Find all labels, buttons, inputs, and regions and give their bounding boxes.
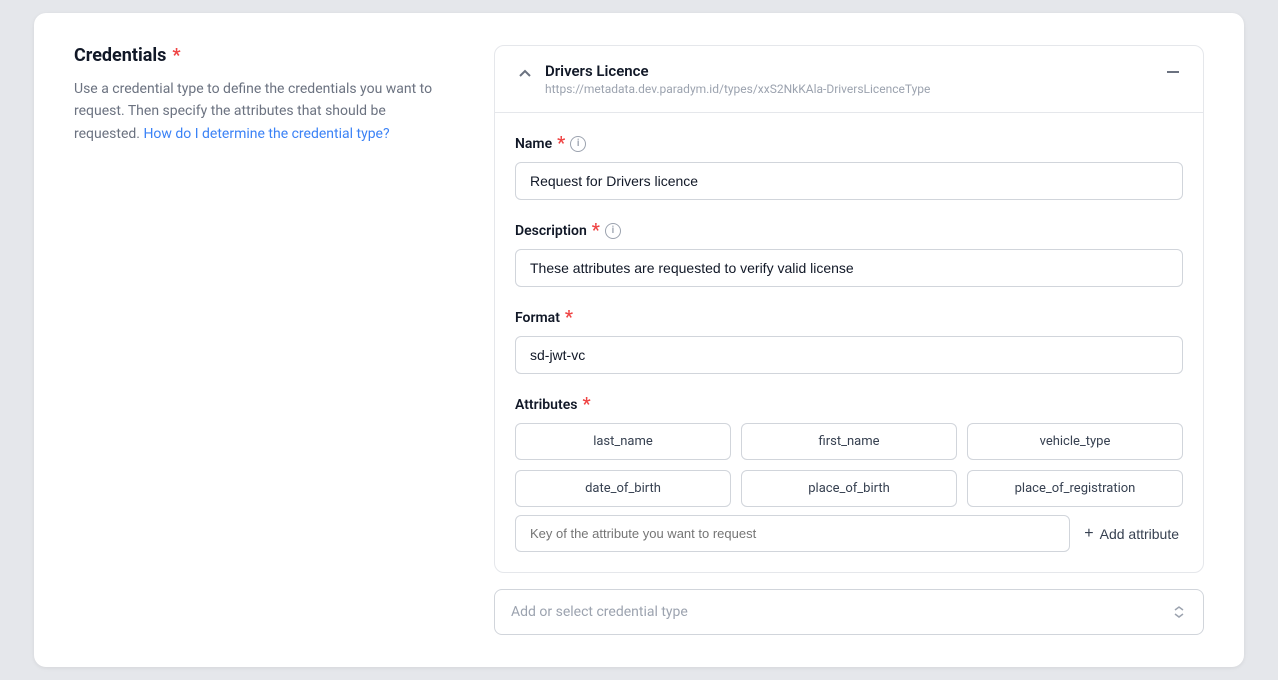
name-info-icon[interactable]: i [570, 136, 586, 152]
description-label: Description * i [515, 220, 1183, 241]
plus-icon: + [1084, 525, 1093, 543]
attributes-grid: last_name first_name vehicle_type date_of_b… [515, 423, 1183, 507]
main-container: Credentials * Use a credential type to d… [34, 13, 1244, 667]
credential-card-header-left: Drivers Licence https://metadata.dev.par… [515, 62, 930, 96]
description-required-star: * [592, 220, 600, 241]
attribute-chip[interactable]: place_of_birth [741, 470, 957, 507]
attributes-required-star: * [582, 394, 590, 415]
description-info-icon[interactable]: i [605, 223, 621, 239]
attributes-label: Attributes * [515, 394, 1183, 415]
attribute-chip[interactable]: date_of_birth [515, 470, 731, 507]
format-field-group: Format * [515, 307, 1183, 374]
credential-title-block: Drivers Licence https://metadata.dev.par… [545, 62, 930, 96]
attribute-key-input[interactable] [515, 515, 1070, 552]
credential-card: Drivers Licence https://metadata.dev.par… [494, 45, 1204, 573]
name-required-star: * [557, 133, 565, 154]
add-credential-selector[interactable]: Add or select credential type [494, 589, 1204, 635]
attribute-chip[interactable]: last_name [515, 423, 731, 460]
content-area: Drivers Licence https://metadata.dev.par… [494, 45, 1204, 635]
add-credential-placeholder: Add or select credential type [511, 604, 688, 620]
attributes-field-group: Attributes * last_name first_name vehicle_… [515, 394, 1183, 552]
format-label: Format * [515, 307, 1183, 328]
add-attribute-row: + Add attribute [515, 515, 1183, 552]
sidebar-help-link[interactable]: How do I determine the credential type? [143, 126, 389, 142]
credential-title: Drivers Licence [545, 62, 930, 80]
chevron-up-icon[interactable] [515, 64, 535, 84]
attribute-chip[interactable]: vehicle_type [967, 423, 1183, 460]
remove-credential-button[interactable] [1163, 62, 1183, 82]
format-required-star: * [565, 307, 573, 328]
sidebar-required-star: * [172, 45, 180, 66]
attribute-chip[interactable]: place_of_registration [967, 470, 1183, 507]
name-label: Name * i [515, 133, 1183, 154]
add-attribute-label: Add attribute [1100, 526, 1179, 542]
sidebar-description: Use a credential type to define the cred… [74, 78, 434, 145]
sidebar-title: Credentials * [74, 45, 434, 66]
description-field-group: Description * i [515, 220, 1183, 287]
name-input[interactable] [515, 162, 1183, 200]
add-attribute-button[interactable]: + Add attribute [1080, 517, 1183, 551]
credential-card-header: Drivers Licence https://metadata.dev.par… [495, 46, 1203, 113]
description-input[interactable] [515, 249, 1183, 287]
credential-url: https://metadata.dev.paradym.id/types/xx… [545, 82, 930, 96]
selector-arrows-icon [1171, 604, 1187, 620]
sidebar: Credentials * Use a credential type to d… [74, 45, 434, 635]
sidebar-title-text: Credentials [74, 45, 166, 66]
credential-card-body: Name * i Description * i [495, 113, 1203, 572]
name-field-group: Name * i [515, 133, 1183, 200]
attribute-chip[interactable]: first_name [741, 423, 957, 460]
format-input[interactable] [515, 336, 1183, 374]
